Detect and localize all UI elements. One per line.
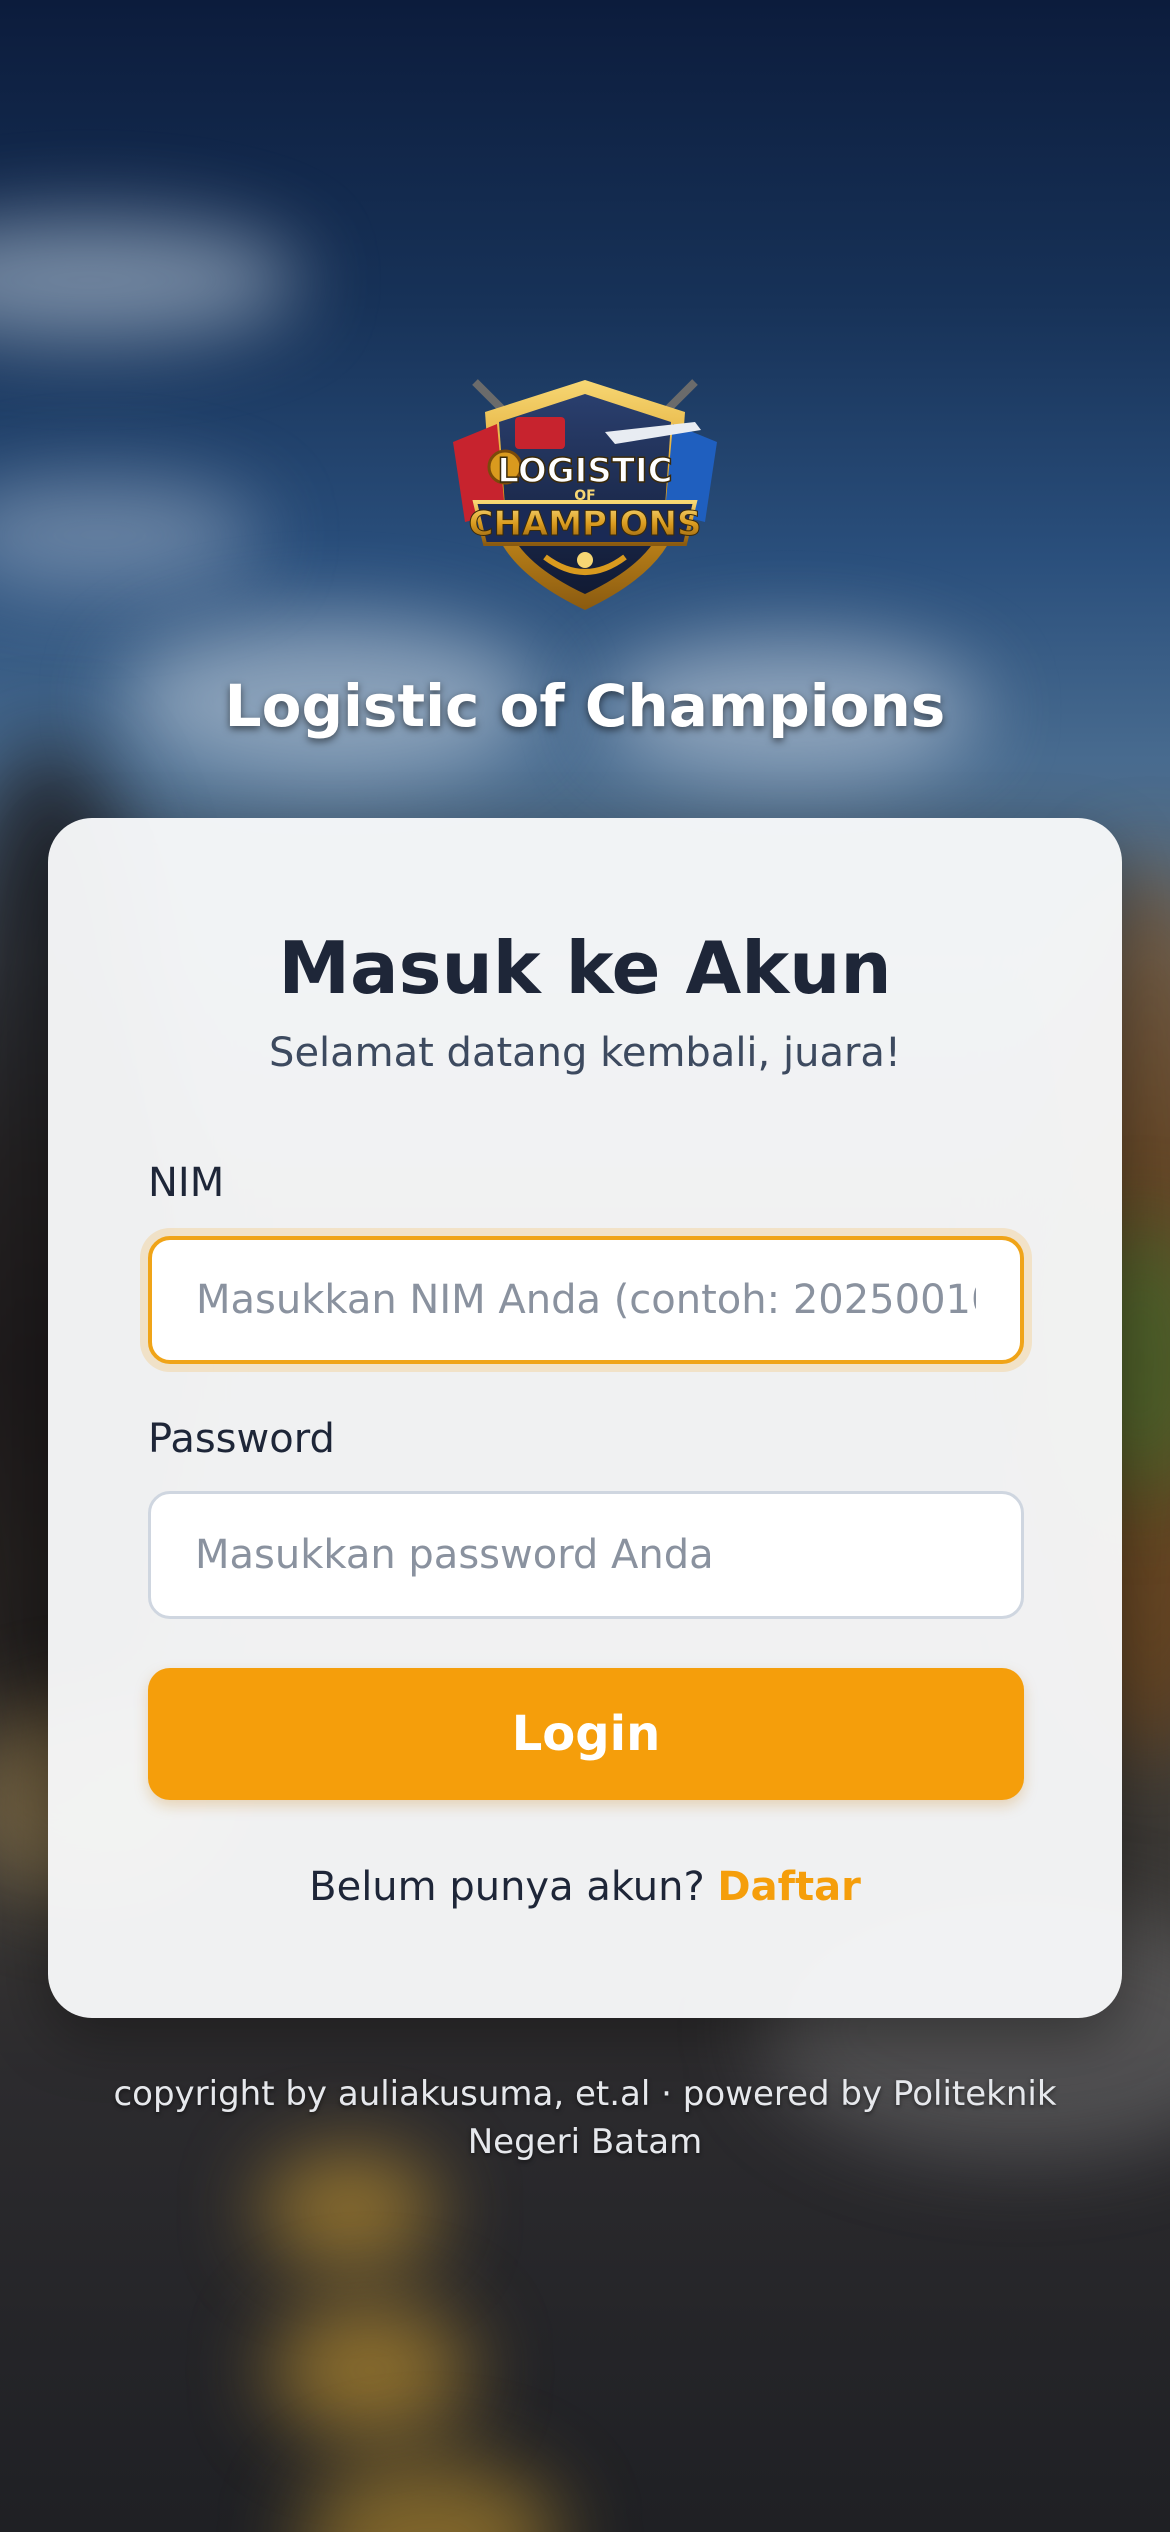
password-input[interactable] xyxy=(151,1494,1021,1616)
svg-text:LOGISTIC: LOGISTIC xyxy=(497,451,672,491)
password-field[interactable] xyxy=(148,1491,1024,1619)
login-button[interactable]: Login xyxy=(148,1668,1024,1800)
svg-text:CHAMPIONS: CHAMPIONS xyxy=(469,504,702,544)
road-marking xyxy=(270,2300,470,2440)
cloud-shape xyxy=(0,480,260,590)
road-marking xyxy=(260,2150,440,2270)
card-title: Masuk ke Akun xyxy=(278,926,892,1010)
nim-input[interactable] xyxy=(152,1240,1020,1360)
signup-row: Belum punya akun? Daftar xyxy=(48,1864,1122,1910)
signup-prompt: Belum punya akun? xyxy=(309,1864,718,1910)
cloud-shape xyxy=(0,220,300,340)
app-logo: LOGISTIC OF CHAMPIONS xyxy=(445,372,725,617)
nim-label: NIM xyxy=(148,1160,225,1206)
login-card: Masuk ke Akun Selamat datang kembali, ju… xyxy=(48,818,1122,2018)
road-marking xyxy=(300,2460,560,2532)
nim-field[interactable] xyxy=(148,1236,1024,1364)
app-title: Logistic of Champions xyxy=(224,672,946,740)
card-subtitle: Selamat datang kembali, juara! xyxy=(269,1030,901,1076)
shield-emblem-icon: LOGISTIC OF CHAMPIONS xyxy=(453,379,717,610)
password-label: Password xyxy=(148,1416,335,1462)
footer-copyright: copyright by auliakusuma, et.al · powere… xyxy=(113,2074,1057,2162)
signup-link[interactable]: Daftar xyxy=(717,1864,860,1910)
